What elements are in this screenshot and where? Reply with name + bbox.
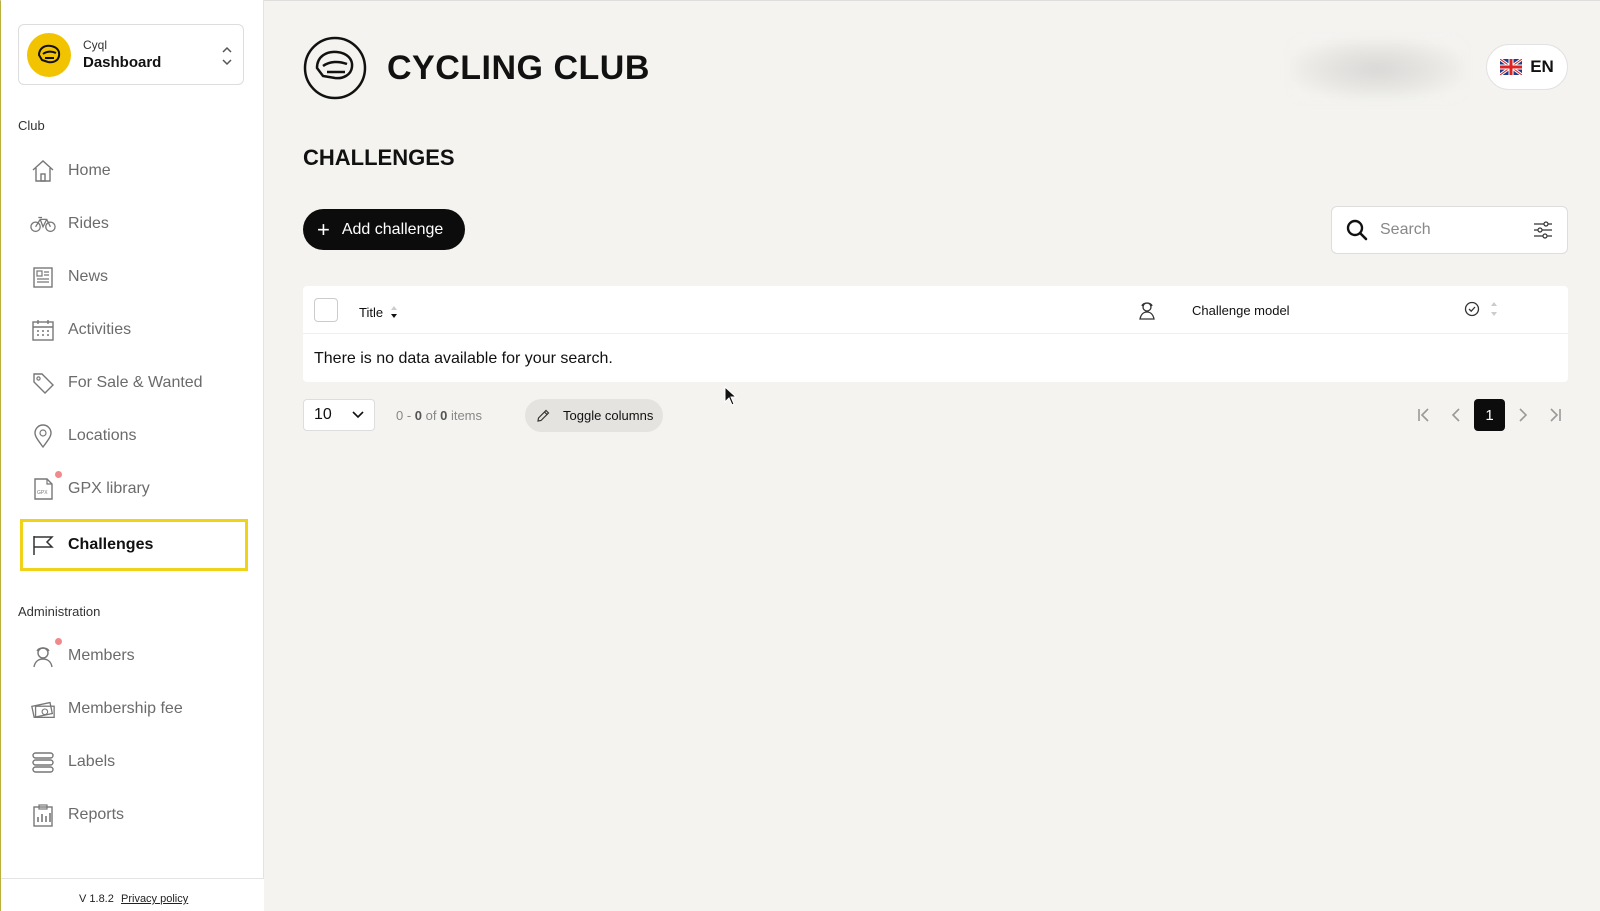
sidebar-item-activities[interactable]: Activities [21, 306, 246, 354]
sidebar-item-label: Challenges [68, 536, 154, 553]
search-input[interactable] [1380, 221, 1520, 239]
location-pin-icon [30, 423, 56, 449]
pencil-icon [537, 409, 550, 422]
column-header-title[interactable]: Title [359, 303, 399, 321]
page-title: CHALLENGES [303, 145, 455, 170]
first-page-button[interactable] [1408, 399, 1440, 431]
range-prefix: 0 - [396, 408, 415, 423]
page-size-value: 10 [314, 406, 332, 423]
challenges-table: Title Challenge model There is no data a… [303, 286, 1568, 382]
sidebar-item-members[interactable]: Members [21, 632, 246, 680]
blurred-user-info [1290, 38, 1465, 100]
last-page-icon [1550, 408, 1561, 422]
language-switcher[interactable]: EN [1486, 44, 1568, 90]
app-section-name: Dashboard [83, 54, 162, 71]
app-product-name: Cyql [83, 38, 108, 52]
notification-dot [55, 471, 62, 478]
sidebar-item-rides[interactable]: Rides [21, 200, 246, 248]
mouse-cursor-icon [724, 386, 738, 406]
chevron-left-icon [1451, 408, 1460, 422]
section-label-administration: Administration [18, 604, 101, 619]
sidebar-item-gpx-library[interactable]: GPX GPX library [21, 465, 246, 513]
empty-state-message: There is no data available for your sear… [314, 350, 613, 367]
range-end: 0 [414, 408, 423, 423]
toggle-columns-button[interactable]: Toggle columns [525, 399, 663, 432]
table-header: Title Challenge model [303, 286, 1568, 334]
sidebar-item-labels[interactable]: Labels [21, 738, 246, 786]
sidebar: Cyql Dashboard Club Home Rides News Acti… [1, 0, 264, 911]
sidebar-item-label: Labels [68, 753, 116, 770]
svg-text:GPX: GPX [37, 490, 48, 496]
gpx-file-icon: GPX [30, 471, 62, 502]
status-check-circle-icon [1464, 301, 1480, 317]
challenge-member-icon [1139, 302, 1155, 320]
sidebar-item-label: Activities [68, 321, 132, 338]
column-title-label: Title [359, 304, 384, 320]
sidebar-item-label: Members [68, 647, 135, 664]
club-brand: CYCLING CLUB [303, 36, 650, 100]
range-of: of [422, 408, 441, 423]
member-icon [30, 638, 62, 669]
sidebar-item-reports[interactable]: Reports [21, 791, 246, 839]
select-all-checkbox[interactable] [314, 298, 338, 322]
item-range: 0 - 0 of 0 items [396, 408, 482, 423]
labels-icon [30, 749, 56, 775]
newspaper-icon [30, 264, 56, 290]
club-name: CYCLING CLUB [387, 48, 650, 87]
sidebar-item-home[interactable]: Home [21, 147, 246, 195]
calendar-icon [30, 317, 56, 343]
chevron-right-icon [1519, 408, 1528, 422]
first-page-icon [1418, 408, 1429, 422]
toggle-columns-label: Toggle columns [563, 408, 654, 423]
reports-icon [30, 802, 56, 828]
add-challenge-label: Add challenge [341, 220, 444, 238]
bicycle-icon [30, 211, 56, 237]
sidebar-item-label: Rides [68, 215, 109, 232]
home-icon [30, 158, 56, 184]
sidebar-item-membership-fee[interactable]: Membership fee [21, 685, 246, 733]
language-code: EN [1530, 57, 1554, 76]
range-suffix: items [447, 408, 483, 423]
sort-icon [391, 306, 398, 318]
sidebar-item-label: News [68, 268, 109, 285]
sidebar-item-label: GPX library [68, 480, 150, 497]
page-size-select[interactable]: 10 [303, 399, 375, 431]
tag-icon [30, 370, 56, 396]
notification-dot [55, 638, 62, 645]
app-switcher[interactable]: Cyql Dashboard [18, 24, 244, 85]
last-page-button[interactable] [1539, 399, 1571, 431]
previous-page-button[interactable] [1440, 399, 1472, 431]
money-icon [30, 696, 56, 722]
sort-icon[interactable] [1489, 298, 1499, 320]
search-icon [1346, 219, 1368, 241]
sidebar-footer: V 1.8.2 Privacy policy [1, 878, 264, 911]
sidebar-item-label: Membership fee [68, 700, 183, 717]
uk-flag-icon [1500, 59, 1523, 75]
add-challenge-button[interactable]: + Add challenge [303, 209, 465, 250]
sidebar-item-news[interactable]: News [21, 253, 246, 301]
flag-icon [30, 532, 56, 558]
page-number-button[interactable]: 1 [1474, 399, 1505, 431]
sidebar-item-locations[interactable]: Locations [21, 412, 246, 460]
filter-sliders-icon[interactable] [1533, 221, 1553, 239]
sidebar-item-label: Home [68, 162, 111, 179]
club-logo-icon [303, 36, 367, 100]
chevron-down-icon [352, 411, 364, 419]
sidebar-item-label: Reports [68, 806, 125, 823]
sidebar-item-for-sale[interactable]: For Sale & Wanted [21, 359, 246, 407]
cyql-logo-icon [27, 32, 71, 77]
section-label-club: Club [18, 118, 45, 133]
search-box [1331, 206, 1568, 254]
privacy-policy-link[interactable]: Privacy policy [121, 893, 188, 905]
next-page-button[interactable] [1507, 399, 1539, 431]
plus-icon: + [317, 216, 330, 242]
column-header-challenge-model[interactable]: Challenge model [1192, 303, 1290, 318]
app-version: V 1.8.2 [79, 893, 114, 905]
chevron-up-down-icon [222, 46, 232, 66]
pagination: 1 [1408, 399, 1571, 431]
sidebar-item-label: Locations [68, 427, 137, 444]
sidebar-item-label: For Sale & Wanted [68, 374, 203, 391]
sidebar-item-challenges[interactable]: Challenges [20, 519, 248, 571]
